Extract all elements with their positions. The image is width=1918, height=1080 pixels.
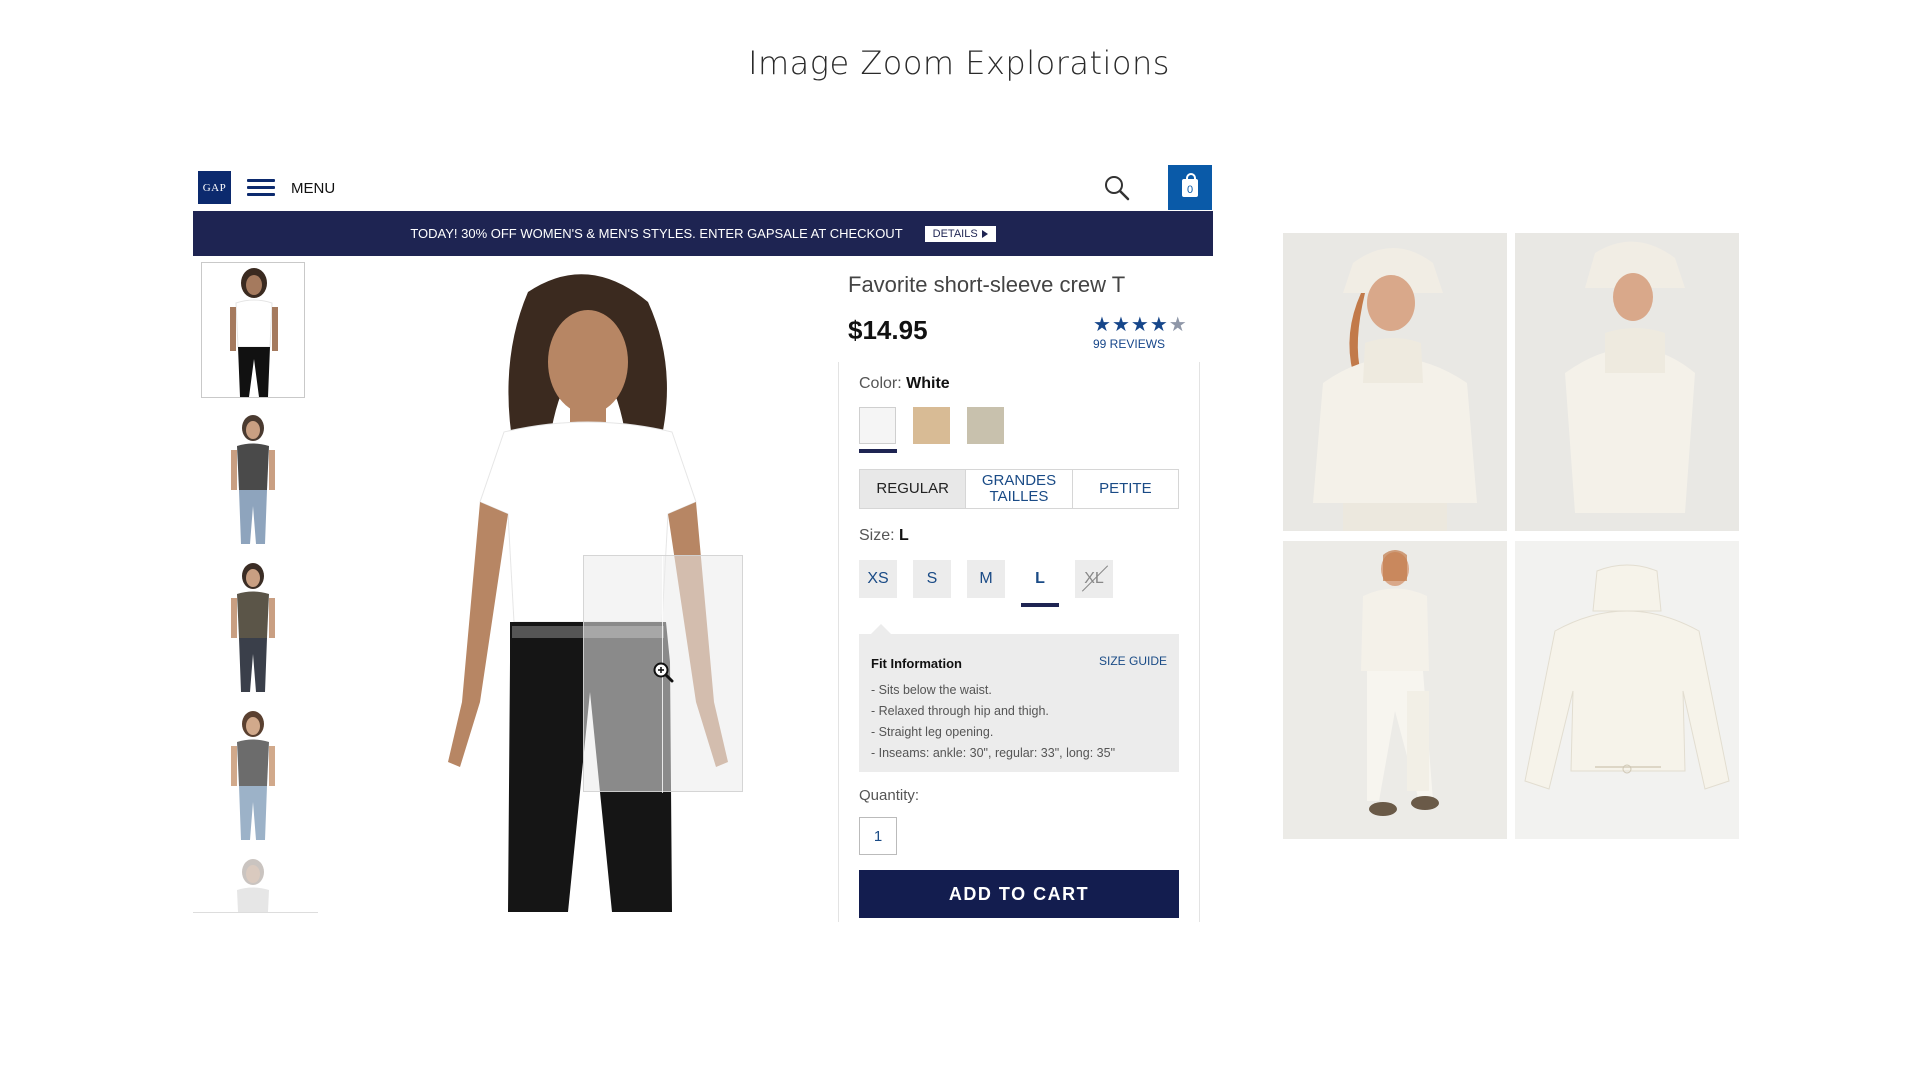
fit-info-item: - Sits below the waist. [871,683,992,697]
menu-label[interactable]: MENU [291,180,335,197]
thumbnail-3[interactable] [201,558,305,694]
search-icon[interactable] [1103,174,1131,202]
color-label-text: Color: [859,375,902,392]
star-empty-icon: ★ [1168,314,1188,336]
swatch-selected-indicator [859,449,897,453]
tab-grandes-tailles[interactable]: GRANDES TAILLES [966,470,1073,508]
thumbnail-4[interactable] [201,706,305,842]
sweater-image-2[interactable] [1515,233,1739,531]
thumbnail-5[interactable] [201,854,305,912]
size-label: Size: L [859,527,909,545]
star-icon: ★ [1149,314,1169,336]
size-m[interactable]: M [967,560,1005,598]
star-icon: ★ [1093,314,1112,336]
size-guide-link[interactable]: SIZE GUIDE [1099,654,1167,668]
thumbnail-strip [193,262,318,913]
promo-details-button[interactable]: DETAILS [924,225,996,242]
fit-info-item: - Inseams: ankle: 30", regular: 33", lon… [871,746,1116,760]
options-panel: Color: White REGULAR GRANDES TAILLES PET… [838,362,1200,922]
color-selected: White [906,375,950,392]
fit-tabs: REGULAR GRANDES TAILLES PETITE [859,469,1179,509]
size-selected-indicator [1021,603,1059,607]
tab-petite[interactable]: PETITE [1073,470,1178,508]
swatch-gray-beige[interactable] [967,407,1004,444]
promo-details-label: DETAILS [932,227,978,240]
thumbnail-2[interactable] [201,410,305,546]
menu-icon[interactable] [247,179,275,197]
tab-regular[interactable]: REGULAR [860,470,967,508]
size-s[interactable]: S [913,560,951,598]
swatch-white[interactable] [859,407,896,444]
fit-info-item: - Relaxed through hip and thigh. [871,704,1049,718]
size-label-text: Size: [859,527,895,544]
rating-stars[interactable]: ★★★★★ [1093,312,1188,337]
bag-icon: 0 [1182,172,1198,197]
product-panel: Favorite short-sleeve crew T $14.95 ★★★★… [838,262,1200,922]
top-bar: GAP MENU 0 [193,165,1213,211]
quantity-input[interactable]: 1 [859,817,897,855]
gap-product-page: GAP MENU 0 TODAY! 30% OFF WOMEN'S & MEN'… [193,165,1213,935]
sweater-image-4[interactable] [1515,541,1739,839]
product-title: Favorite short-sleeve crew T [848,272,1126,297]
fit-info-item: - Straight leg opening. [871,725,994,739]
promo-banner: TODAY! 30% OFF WOMEN'S & MEN'S STYLES. E… [193,211,1213,256]
product-price: $14.95 [848,315,928,345]
star-icon: ★ [1111,314,1131,336]
size-selected: L [899,527,909,544]
page-title: Image Zoom Explorations [748,44,1170,82]
zoom-in-icon[interactable] [652,661,674,683]
star-icon: ★ [1130,314,1150,336]
sweater-image-1[interactable] [1283,233,1507,531]
quantity-label: Quantity: [859,787,920,804]
swatch-tan[interactable] [913,407,950,444]
sweater-image-3[interactable] [1283,541,1507,839]
add-to-cart-button[interactable]: ADD TO CART [859,870,1179,918]
fit-info-title: Fit Information [871,656,962,671]
play-arrow-icon [981,229,988,238]
gap-logo[interactable]: GAP [198,171,231,204]
thumbnail-1[interactable] [201,262,305,398]
promo-text: TODAY! 30% OFF WOMEN'S & MEN'S STYLES. E… [410,226,903,241]
size-xl-unavailable[interactable]: XL [1075,560,1113,598]
size-l[interactable]: L [1021,560,1059,598]
bag-count: 0 [1186,183,1194,196]
reviews-link[interactable]: 99 REVIEWS [1093,337,1165,351]
shopping-bag-button[interactable]: 0 [1168,165,1212,210]
fit-information: Fit Information SIZE GUIDE - Sits below … [859,624,1179,772]
color-label: Color: White [859,375,950,393]
fit-info-list: - Sits below the waist. - Relaxed throug… [871,680,1115,764]
size-xs[interactable]: XS [859,560,897,598]
